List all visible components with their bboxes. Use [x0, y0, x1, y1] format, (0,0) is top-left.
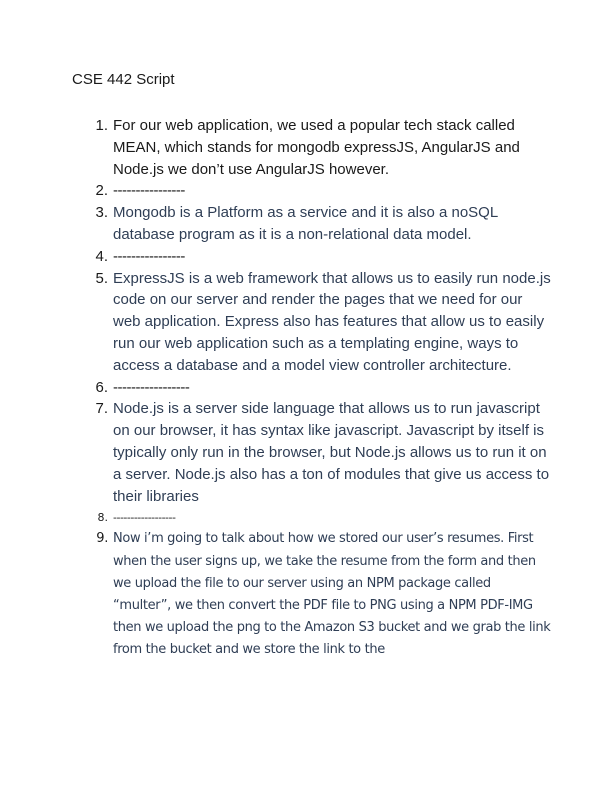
- list-item-separator: ----------------: [113, 182, 185, 200]
- list-item: 6. -----------------: [72, 377, 552, 399]
- list-item: 7. Node.js is a server side language tha…: [72, 398, 552, 507]
- list-item-text: Mongodb is a Platform as a service and i…: [113, 204, 498, 243]
- list-item: 8. ------------------: [72, 507, 552, 528]
- document-title: CSE 442 Script: [72, 71, 175, 88]
- list-item-separator: -----------------: [113, 378, 190, 396]
- list-item-number: 8.: [97, 511, 109, 525]
- list-item-number: 5.: [95, 269, 108, 287]
- list-item-number: 9.: [96, 531, 108, 547]
- list-item-separator: ------------------: [113, 511, 176, 525]
- list-item-separator: ----------------: [113, 247, 185, 265]
- list-item: 3. Mongodb is a Platform as a service an…: [72, 202, 552, 246]
- list-item-number: 7.: [95, 400, 108, 418]
- list-item: 2. ----------------: [72, 180, 552, 202]
- list-item: 5. ExpressJS is a web framework that all…: [72, 268, 552, 377]
- list-item-number: 6.: [95, 378, 108, 396]
- list-item-text: Now i’m going to talk about how we store…: [113, 531, 551, 658]
- list-item-number: 1.: [95, 117, 108, 134]
- list-item-text: ExpressJS is a web framework that allows…: [113, 269, 551, 374]
- list-item-number: 2.: [95, 182, 108, 200]
- list-item: 4. ----------------: [72, 246, 552, 268]
- list-item: 1. For our web application, we used a po…: [72, 115, 552, 180]
- list-item: 9. Now i’m going to talk about how we st…: [72, 528, 552, 661]
- list-item-number: 3.: [95, 204, 108, 222]
- list-item-text: For our web application, we used a popul…: [113, 117, 520, 178]
- list-item-number: 4.: [95, 247, 108, 265]
- script-list: 1. For our web application, we used a po…: [72, 115, 552, 662]
- list-item-text: Node.js is a server side language that a…: [113, 400, 550, 505]
